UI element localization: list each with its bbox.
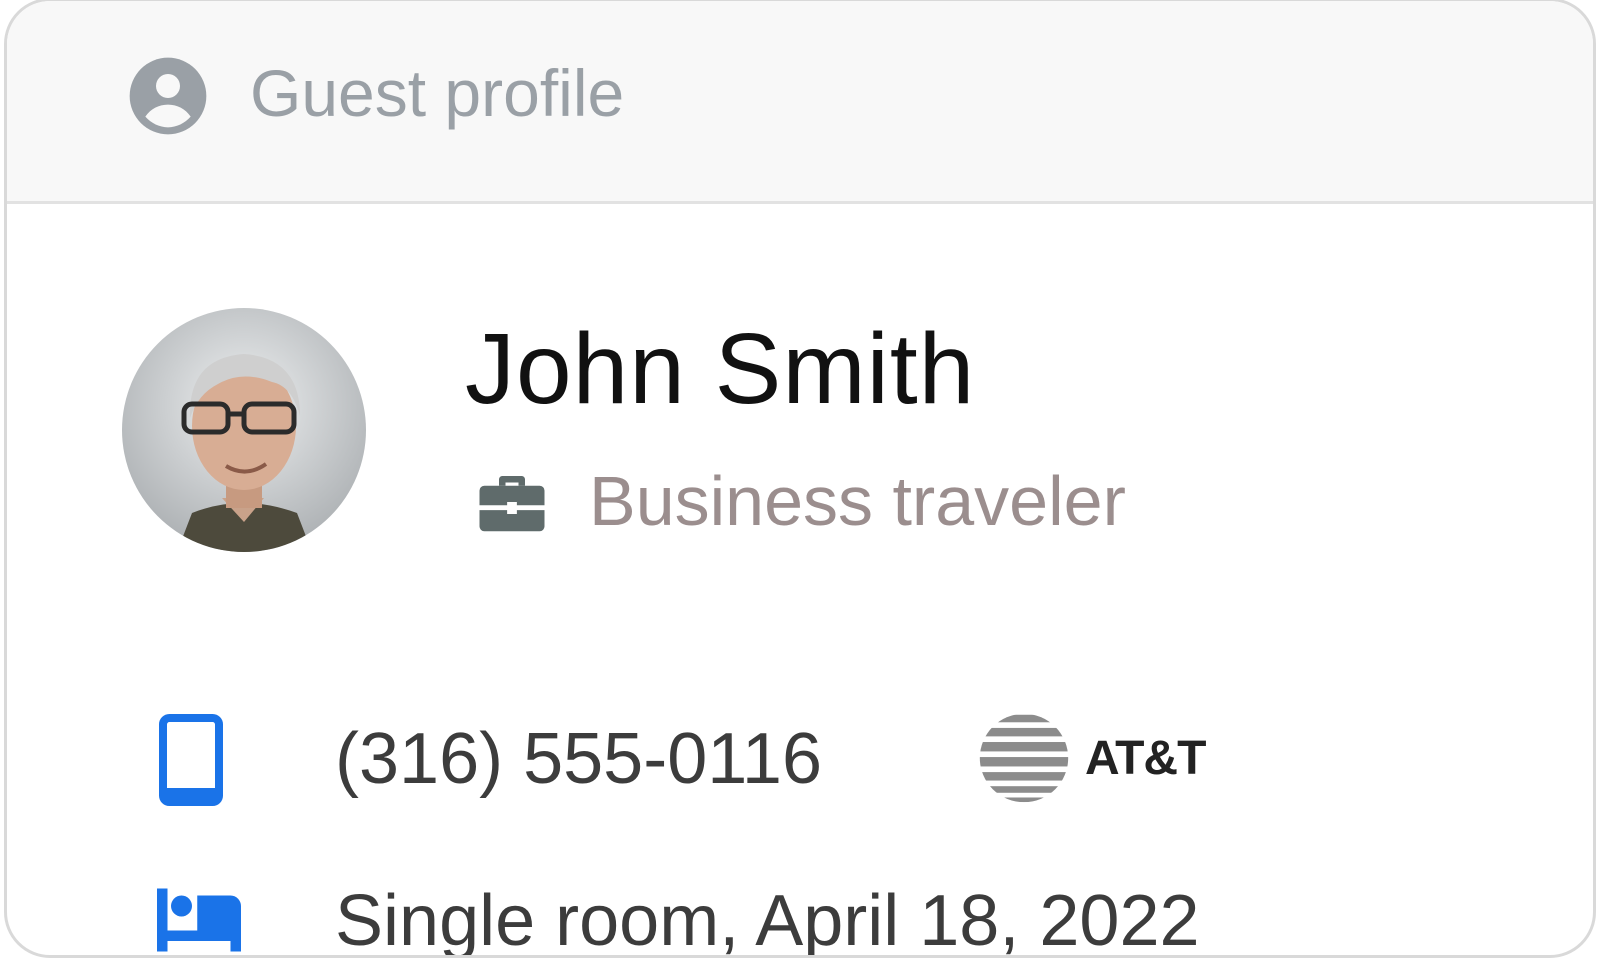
smartphone-icon (159, 714, 223, 806)
booking-summary: Single room, April 18, 2022 (335, 881, 1200, 958)
guest-profile-card: Guest profile John Smith Business travel… (4, 0, 1596, 958)
guest-name: John Smith (465, 313, 976, 425)
card-title: Guest profile (250, 56, 625, 130)
guest-type-label: Business traveler (589, 462, 1126, 540)
att-globe-logo (979, 713, 1069, 803)
card-header: Guest profile (7, 1, 1593, 204)
carrier-name: AT&T (1085, 732, 1206, 785)
bed-icon (157, 888, 241, 952)
account-circle-icon (129, 57, 207, 135)
briefcase-icon (479, 476, 545, 532)
guest-avatar (122, 308, 366, 552)
phone-number[interactable]: (316) 555-0116 (335, 717, 822, 801)
